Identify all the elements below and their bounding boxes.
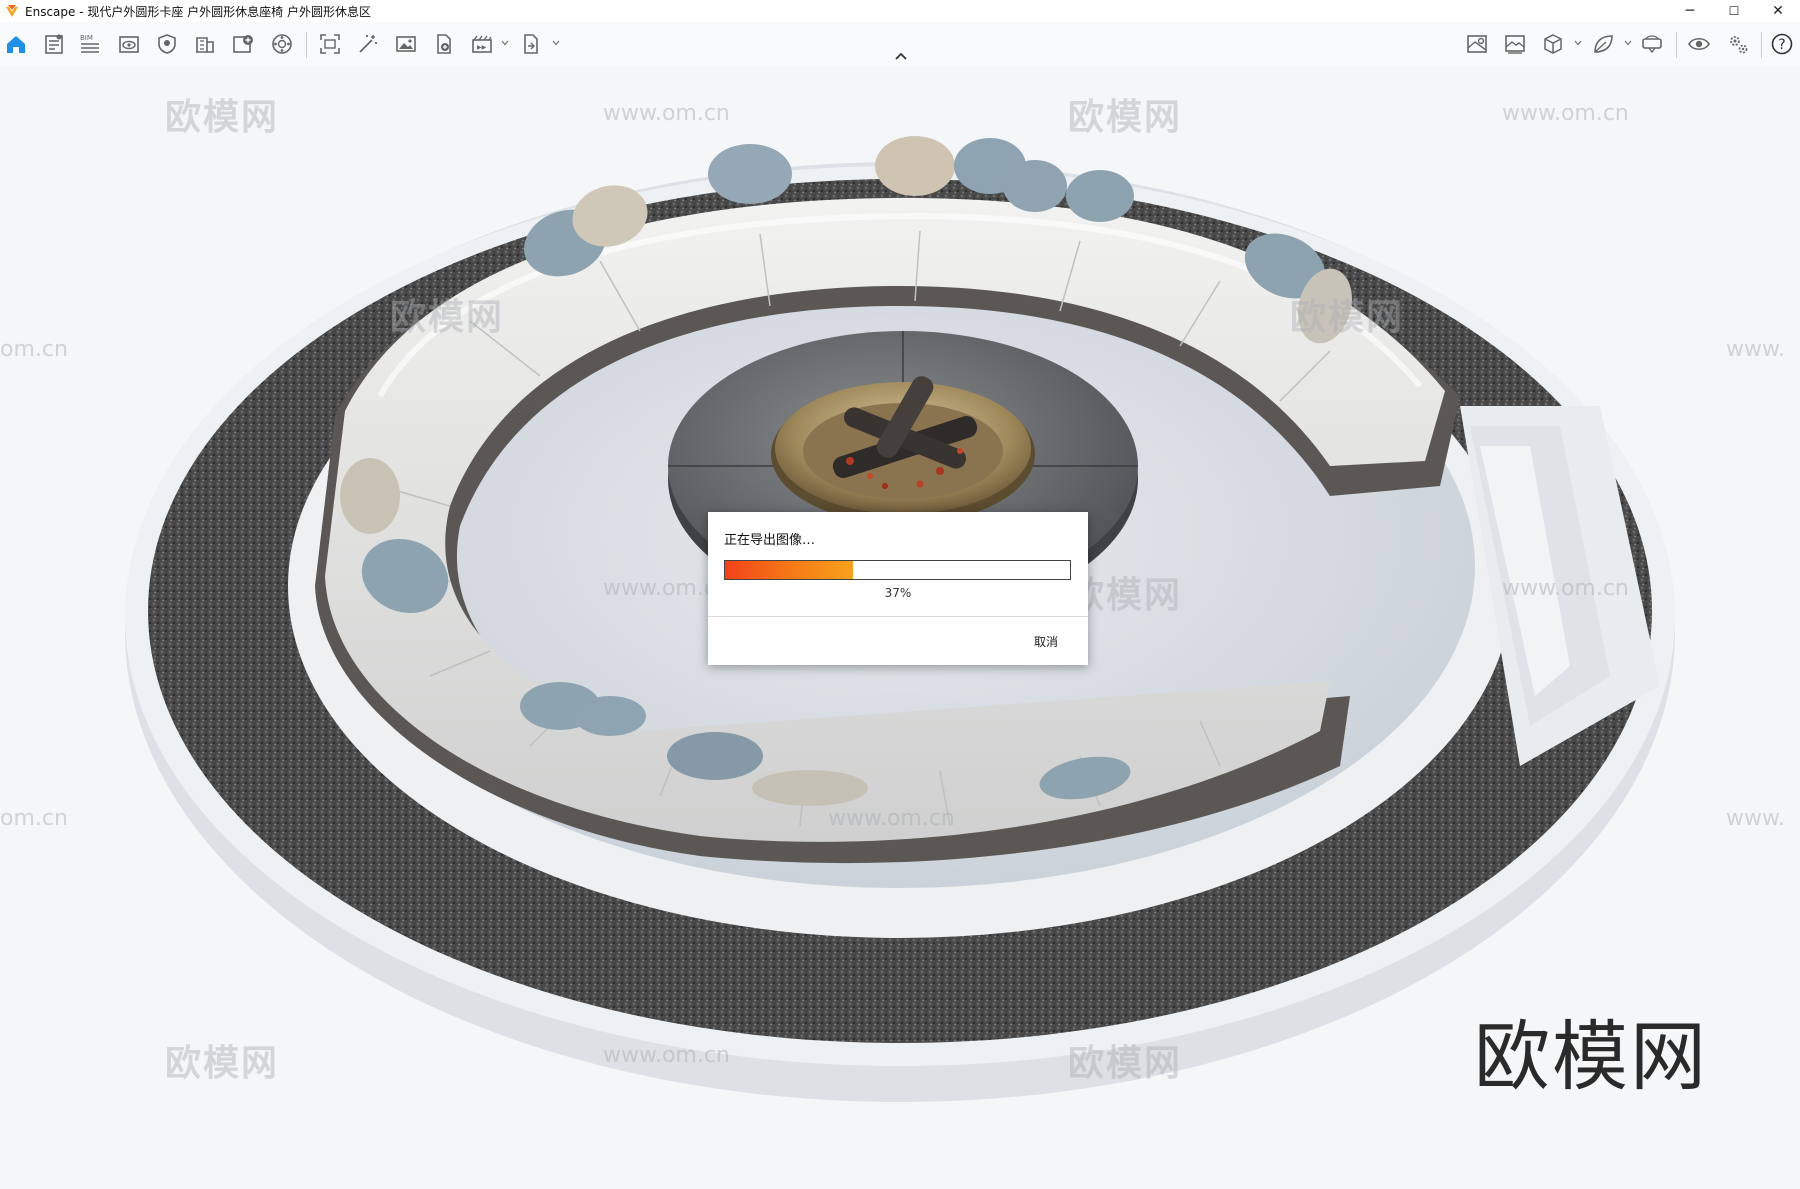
watermark-brand: 欧模网 bbox=[165, 1043, 280, 1084]
toolbar-separator bbox=[1761, 32, 1762, 58]
svg-text:▶▶: ▶▶ bbox=[477, 44, 487, 51]
map-icon[interactable] bbox=[1463, 30, 1491, 58]
watermark-url: www.om.cn bbox=[1502, 101, 1629, 126]
home-icon[interactable] bbox=[2, 30, 30, 58]
magic-wand-icon[interactable] bbox=[354, 30, 382, 58]
watermark-url: www.om.cn bbox=[603, 1043, 730, 1068]
toolbar-separator bbox=[306, 32, 307, 58]
watermark-url: om.cn bbox=[0, 806, 68, 831]
title-bar: Enscape - 现代户外圆形卡座 户外圆形休息座椅 户外圆形休息区 ─ ☐ … bbox=[0, 0, 1800, 22]
watermark-brand: 欧模网 bbox=[1068, 97, 1183, 138]
shield-icon[interactable] bbox=[153, 30, 181, 58]
watermark-url: www. bbox=[1726, 337, 1785, 362]
watermark-brand: 欧模网 bbox=[1068, 1043, 1183, 1084]
building-icon[interactable] bbox=[191, 30, 219, 58]
vr-headset-icon[interactable] bbox=[1638, 30, 1666, 58]
cube-icon[interactable] bbox=[1539, 30, 1567, 58]
eye-icon[interactable] bbox=[1685, 30, 1713, 58]
chevron-down-icon[interactable] bbox=[551, 38, 561, 48]
enscape-logo-icon bbox=[6, 5, 18, 17]
window-title: Enscape - 现代户外圆形卡座 户外圆形休息座椅 户外圆形休息区 bbox=[25, 4, 371, 19]
export-progress-dialog: 正在导出图像… 37% 取消 bbox=[708, 512, 1088, 665]
brand-logo: 欧模网 bbox=[1474, 1012, 1708, 1101]
chevron-down-icon[interactable] bbox=[1623, 38, 1633, 48]
bim-icon[interactable]: BIM bbox=[76, 30, 104, 58]
video-icon[interactable]: ▶▶ bbox=[468, 30, 496, 58]
watermark-url: www.om.cn bbox=[1502, 576, 1629, 601]
minimize-button[interactable]: ─ bbox=[1668, 0, 1712, 22]
progress-bar bbox=[724, 560, 1071, 580]
watermark-url: www. bbox=[1726, 806, 1785, 831]
document-icon[interactable] bbox=[40, 30, 68, 58]
help-label: ? bbox=[1778, 37, 1785, 53]
watermark-brand: 欧模网 bbox=[390, 297, 505, 338]
watermark-url: www.om.cn bbox=[603, 101, 730, 126]
chevron-up-icon bbox=[895, 52, 907, 60]
dialog-divider bbox=[708, 616, 1088, 617]
progress-percent: 37% bbox=[884, 586, 912, 600]
watermark-url: www.om.cn bbox=[828, 806, 955, 831]
image-icon[interactable] bbox=[392, 30, 420, 58]
chevron-down-icon[interactable] bbox=[500, 38, 510, 48]
toolbar-separator bbox=[1676, 32, 1677, 58]
file-export-icon[interactable] bbox=[430, 30, 458, 58]
maximize-button[interactable]: ☐ bbox=[1712, 0, 1756, 22]
add-view-icon[interactable] bbox=[229, 30, 257, 58]
cancel-button[interactable]: 取消 bbox=[1034, 633, 1058, 650]
bim-label: BIM bbox=[80, 34, 93, 42]
leaf-icon[interactable] bbox=[1589, 30, 1617, 58]
screenshot-icon[interactable] bbox=[316, 30, 344, 58]
dialog-title: 正在导出图像… bbox=[724, 533, 816, 548]
help-icon[interactable]: ? bbox=[1768, 30, 1796, 58]
progress-fill bbox=[725, 561, 853, 579]
export-icon[interactable] bbox=[517, 30, 545, 58]
settings-icon[interactable] bbox=[1724, 30, 1752, 58]
watermark-brand: 欧模网 bbox=[1290, 297, 1405, 338]
chevron-down-icon[interactable] bbox=[1573, 38, 1583, 48]
watermark-url: om.cn bbox=[0, 337, 68, 362]
sphere-icon[interactable] bbox=[268, 30, 296, 58]
view-icon[interactable] bbox=[115, 30, 143, 58]
close-button[interactable]: ✕ bbox=[1756, 0, 1800, 22]
gallery-icon[interactable] bbox=[1501, 30, 1529, 58]
window-controls: ─ ☐ ✕ bbox=[1668, 0, 1800, 22]
collapse-toolbar-button[interactable] bbox=[890, 48, 912, 64]
watermark-brand: 欧模网 bbox=[165, 97, 280, 138]
